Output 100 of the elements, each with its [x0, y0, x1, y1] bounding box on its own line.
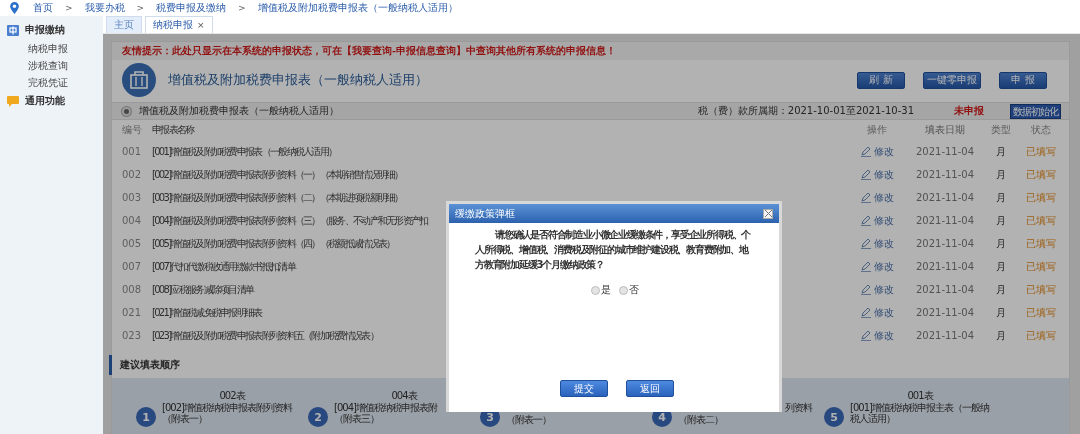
table-cell-text: 2021-11-04: [914, 169, 976, 180]
column-header: 编号: [122, 123, 143, 137]
option-label: 否: [629, 283, 639, 297]
table-cell-text: 007: [122, 261, 143, 272]
table-cell-text: 2021-11-04: [914, 261, 976, 272]
briefcase-icon: [122, 63, 156, 97]
step-number: 5: [824, 407, 844, 427]
table-cell-text: 004: [122, 215, 143, 226]
section-title: 建议填表顺序: [120, 358, 180, 372]
step-code: 002表: [218, 390, 247, 402]
step-number: 1: [136, 407, 156, 427]
edit-link[interactable]: 修改: [873, 167, 894, 182]
edit-link[interactable]: 修改: [873, 144, 894, 159]
filing-status: 未申报: [954, 104, 984, 118]
table-cell-text: 月: [995, 190, 1007, 205]
breadcrumb-link[interactable]: 增值税及附加税费申报表（一般纳税人适用）: [257, 1, 458, 15]
status-text: 已填写: [1025, 144, 1057, 159]
question-text: 请您确认是否符合制造业小微企业缓缴条件，享受企业所得税、个人所得税、增值税、消费税及附征的城市维护建设税、教育费附加、地方教育附加延缓3个月缴纳政策？: [475, 228, 752, 272]
step-code: 001表: [906, 390, 935, 402]
form-title: 增值税及附加税费申报表（一般纳税人适用）: [168, 71, 428, 89]
table-cell: [001]增值税及附加税费申报表（一般纳税人适用）: [152, 144, 337, 159]
table-cell-text: 2021-11-04: [914, 192, 976, 203]
breadcrumb-link[interactable]: 税费申报及缴纳: [156, 1, 227, 15]
sidebar-group[interactable]: 通用功能: [25, 94, 65, 108]
table-cell-text: 2021-11-04: [914, 215, 976, 226]
radio-button[interactable]: [591, 285, 600, 295]
table-cell: [002]增值税及附加税费申报表附列资料（一）（本期销售情况明细）: [152, 167, 403, 182]
form-name: 增值税及附加税费申报表（一般纳税人适用）: [139, 104, 339, 118]
column-header: 类型: [990, 123, 1012, 137]
pencil-icon: [860, 238, 871, 249]
dialog-button[interactable]: 返回: [626, 380, 674, 397]
edit-link[interactable]: 修改: [873, 305, 894, 320]
period-text: 税（费）款所属期：2021-10-01至2021-10-31: [697, 104, 914, 118]
edit-link[interactable]: 修改: [873, 236, 894, 251]
step-text: 列资料: [784, 402, 814, 414]
edit-link[interactable]: 修改: [873, 190, 894, 205]
table-cell-text: 023: [122, 330, 143, 341]
breadcrumb-separator: >: [65, 3, 73, 13]
pencil-icon: [860, 261, 871, 272]
table-cell-text: 月: [995, 167, 1007, 182]
sidebar-group[interactable]: 申报缴纳: [25, 23, 65, 37]
table-cell-text: 021: [122, 307, 143, 318]
table-cell: [003]增值税及附加税费申报表附列资料（二）（本期进项税额明细）: [152, 190, 403, 205]
sidebar-item[interactable]: 涉税查询: [0, 57, 103, 74]
step-text: [002]增值税纳税申报表附列资料: [162, 401, 294, 413]
dialog-button[interactable]: 提交: [560, 380, 608, 397]
table-cell-text: 2021-11-04: [914, 146, 976, 157]
edit-link[interactable]: 修改: [873, 282, 894, 297]
status-text: 已填写: [1025, 305, 1057, 320]
table-cell-text: 003: [122, 192, 143, 203]
tab[interactable]: 纳税申报 ×: [145, 16, 213, 33]
action-button[interactable]: 刷 新: [857, 71, 905, 89]
step-text: [004]增值税纳税申报表附: [334, 401, 439, 413]
table-cell: [023]增值税及附加税费申报表附列资料五（附加税费情况表）: [152, 328, 378, 343]
table-cell-text: 2021-11-04: [914, 307, 976, 318]
table-cell-text: 月: [995, 213, 1007, 228]
status-text: 已填写: [1025, 236, 1057, 251]
table-cell-text: 2021-11-04: [914, 284, 976, 295]
step-text: [001]增值税纳税申报主表（一般纳: [850, 401, 990, 413]
step-number: 2: [308, 407, 328, 427]
pencil-icon: [860, 215, 871, 226]
close-button[interactable]: [763, 208, 773, 219]
pencil-icon: [860, 330, 871, 341]
table-cell: [021]增值税减免税申报明细表: [152, 305, 262, 320]
dialog-title: 缓缴政策弹框: [455, 206, 515, 221]
breadcrumb-separator: >: [238, 3, 246, 13]
sidebar-item[interactable]: 纳税申报: [0, 40, 103, 57]
sidebar-item[interactable]: 完税凭证: [0, 74, 103, 91]
edit-link[interactable]: 修改: [873, 259, 894, 274]
breadcrumb-link[interactable]: 首页: [33, 1, 53, 15]
table-cell-text: 008: [122, 284, 143, 295]
table-cell-text: 月: [995, 259, 1007, 274]
edit-link[interactable]: 修改: [873, 328, 894, 343]
step-code: 004表: [390, 390, 419, 402]
status-text: 已填写: [1025, 213, 1057, 228]
table-cell: [007]代扣代缴税收通用缴款书抵扣清单: [152, 259, 295, 274]
step-text: 税人适用）: [850, 413, 896, 425]
breadcrumb-link[interactable]: 我要办税: [84, 1, 125, 15]
step-text: （附表一）: [162, 413, 208, 425]
column-header: 申报表名称: [152, 123, 194, 137]
step-text: （附表一）: [506, 413, 552, 425]
pencil-icon: [860, 169, 871, 180]
table-cell-text: 002: [122, 169, 143, 180]
pencil-icon: [860, 146, 871, 157]
table-cell: [004]增值税及附加税费申报表附列资料（三）（服务、不动产和无形资产扣: [152, 213, 428, 228]
action-button[interactable]: 申 报: [999, 71, 1047, 89]
edit-link[interactable]: 修改: [873, 213, 894, 228]
tab[interactable]: 主页: [106, 16, 142, 33]
radio-button[interactable]: [122, 106, 131, 116]
notice-text: 友情提示：此处只显示在本系统的申报状态，可在【我要查询-申报信息查询】中查询其他所有系统的申报信息！: [112, 42, 1069, 60]
init-button[interactable]: 数据初始化: [1010, 103, 1061, 119]
status-text: 已填写: [1025, 328, 1057, 343]
table-cell: [008]应税服务减除项目清单: [152, 282, 254, 297]
action-button[interactable]: 一键零申报: [923, 71, 981, 89]
radio-button[interactable]: [619, 285, 628, 295]
breadcrumb-separator: >: [136, 3, 145, 13]
column-header: 操作: [866, 123, 888, 137]
pencil-icon: [860, 284, 871, 295]
column-header: 填表日期: [924, 123, 966, 137]
status-text: 已填写: [1025, 259, 1057, 274]
